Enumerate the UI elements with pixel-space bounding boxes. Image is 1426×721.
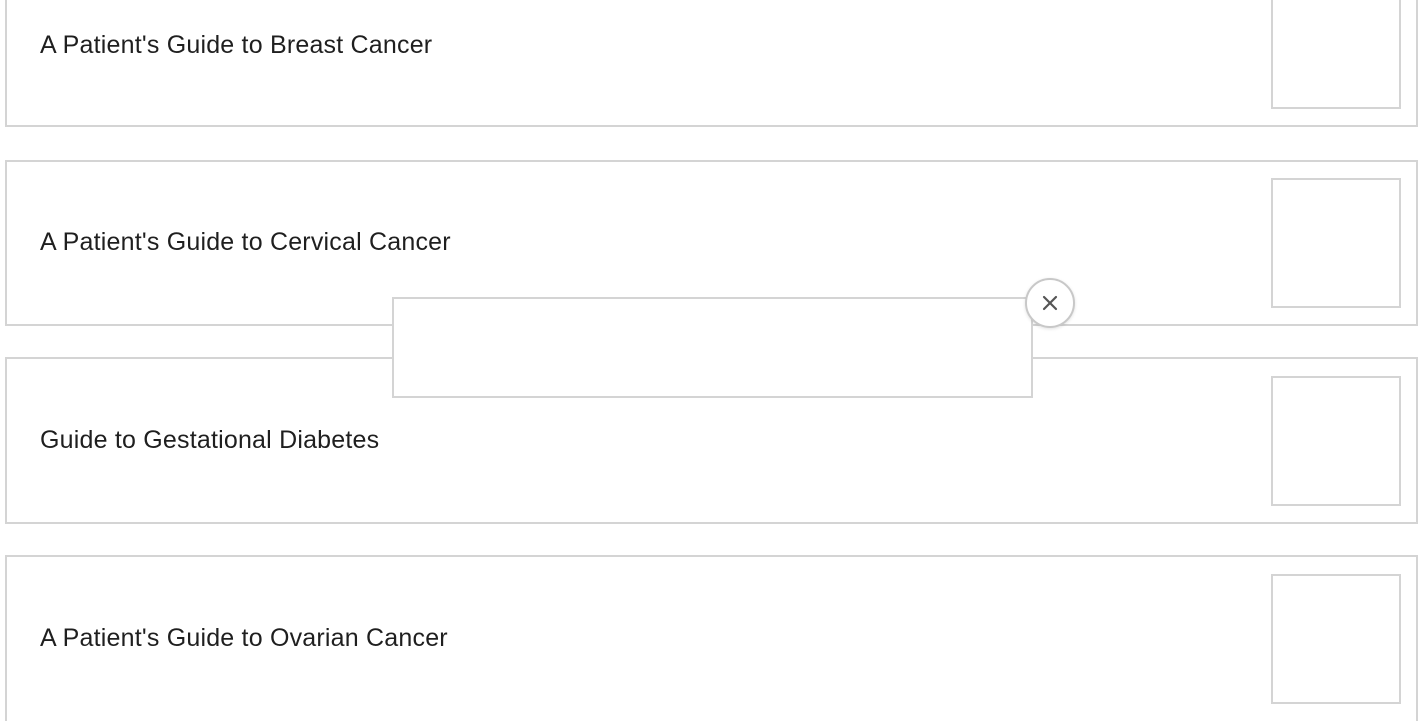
guide-title: Guide to Gestational Diabetes [40, 426, 380, 454]
guide-title: A Patient's Guide to Cervical Cancer [40, 228, 451, 256]
popup-box [392, 297, 1033, 398]
guide-card-breast-cancer[interactable]: A Patient's Guide to Breast Cancer [5, 0, 1418, 127]
guide-title: A Patient's Guide to Ovarian Cancer [40, 624, 448, 652]
guide-thumbnail [1271, 376, 1401, 506]
guide-thumbnail [1271, 574, 1401, 704]
guide-thumbnail [1271, 0, 1401, 109]
guide-thumbnail [1271, 178, 1401, 308]
guide-card-ovarian-cancer[interactable]: A Patient's Guide to Ovarian Cancer [5, 555, 1418, 721]
popup-close-button[interactable] [1025, 278, 1075, 328]
guide-title: A Patient's Guide to Breast Cancer [40, 31, 433, 59]
close-icon [1042, 295, 1058, 311]
